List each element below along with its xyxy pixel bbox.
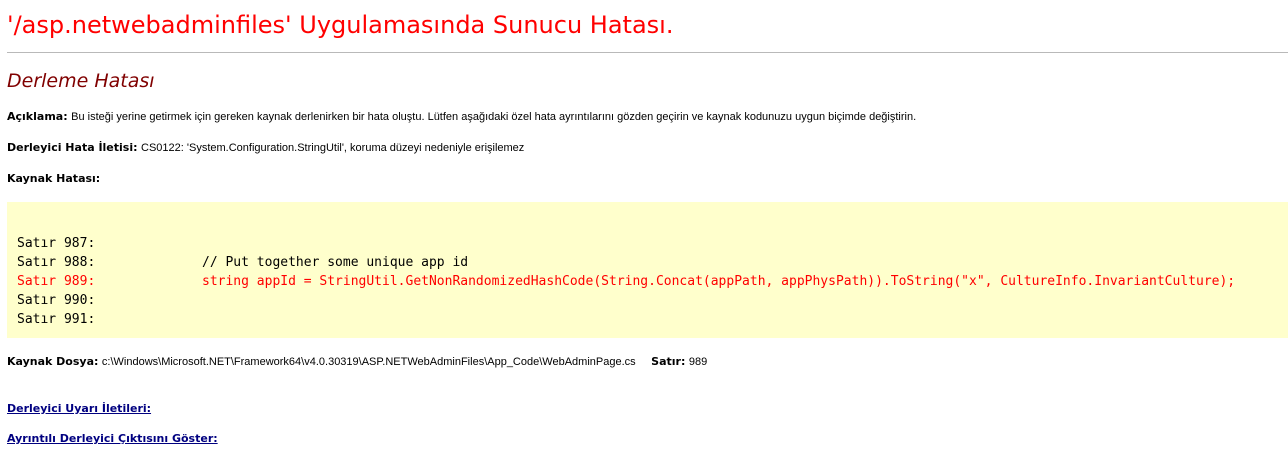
code-line-number: Satır 989: (17, 274, 96, 289)
source-error-label: Kaynak Hatası: (7, 172, 101, 185)
code-line: Satır 990: (17, 291, 202, 310)
verbose-output-link[interactable]: Ayrıntılı Derleyici Çıktısını Göster: (7, 432, 218, 445)
code-line: Satır 991: (17, 310, 202, 329)
code-line-number: Satır 990: (17, 293, 96, 308)
error-type-heading: Derleme Hatası (7, 70, 155, 92)
code-line-text: string appId = StringUtil.GetNonRandomiz… (202, 274, 1236, 289)
code-line-number: Satır 991: (17, 312, 96, 327)
code-line-error: Satır 989: string appId = StringUtil.GetN… (17, 272, 1235, 291)
code-line: Satır 987: (17, 234, 202, 253)
description-row: Açıklama: Bu isteği yerine getirmek için… (7, 110, 916, 124)
code-line-number: Satır 988: (17, 255, 96, 270)
compiler-message-text: CS0122: 'System.Configuration.StringUtil… (141, 142, 525, 154)
source-error-row: Kaynak Hatası: (7, 172, 100, 186)
code-line-number: Satır 987: (17, 236, 96, 251)
title-divider (7, 52, 1288, 53)
code-line: Satır 988: // Put together some unique ap… (17, 253, 468, 272)
page-title: '/asp.netwebadminfiles' Uygulamasında Su… (7, 11, 674, 39)
source-file-label: Kaynak Dosya: (7, 355, 99, 368)
source-line-label: Satır: (651, 355, 686, 368)
compiler-message-row: Derleyici Hata İletisi: CS0122: 'System.… (7, 141, 524, 155)
source-line-value: 989 (688, 356, 708, 368)
source-file-path: c:\Windows\Microsoft.NET\Framework64\v4.… (101, 356, 636, 368)
description-text: Bu isteği yerine getirmek için gereken k… (71, 111, 917, 123)
compiler-message-label: Derleyici Hata İletisi: (7, 141, 138, 154)
source-file-row: Kaynak Dosya: c:\Windows\Microsoft.NET\F… (7, 355, 707, 369)
compiler-warnings-link[interactable]: Derleyici Uyarı İletileri: (7, 402, 151, 415)
code-line-text: // Put together some unique app id (202, 255, 469, 270)
description-label: Açıklama: (7, 110, 68, 123)
